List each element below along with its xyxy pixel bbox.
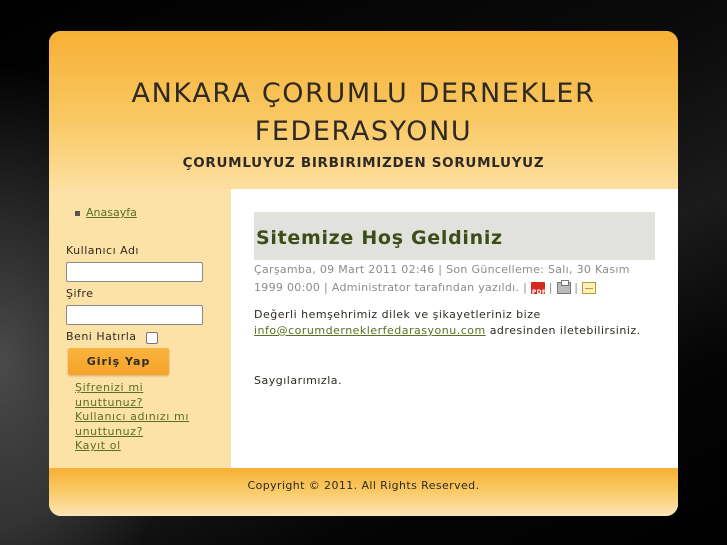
article-created-date: Çarşamba, 09 Mart 2011 02:46 — [254, 263, 435, 276]
email-link[interactable]: info@corumderneklerfedarasyonu.com — [254, 324, 486, 337]
sidebar: Anasayfa Kullanıcı Adı Şifre Beni Hatırl… — [49, 189, 231, 468]
username-label: Kullanıcı Adı — [66, 244, 139, 257]
menu-link-anasayfa[interactable]: Anasayfa — [86, 206, 137, 219]
register-link-wrap: Kayıt ol — [75, 439, 121, 454]
site-slogan: ÇORUMLUYUZ BIRBIRIMIZDEN SORUMLUYUZ — [182, 155, 545, 171]
forgot-password-line2: unuttunuz? — [75, 395, 144, 409]
pdf-icon-text: PDF — [531, 289, 547, 296]
password-input[interactable] — [66, 305, 203, 325]
article-body: Değerli hemşehrimiz dilek ve şikayetleri… — [254, 307, 669, 339]
site-title: ANKARA ÇORUMLU DERNEKLER FEDERASYONU — [79, 75, 648, 151]
site-title-line2: FEDERASYONU — [254, 116, 473, 147]
copyright-text: Copyright © 2011. All Rights Reserved. — [247, 479, 480, 492]
article-author: Administrator tarafından yazıldı. — [331, 281, 520, 294]
register-link[interactable]: Kayıt ol — [75, 439, 121, 452]
article-title: Sitemize Hoş Geldiniz — [256, 227, 503, 249]
meta-separator: | — [523, 281, 528, 294]
article-closing: Saygılarımızla. — [254, 374, 342, 387]
forgot-password-link[interactable]: Şifrenizi mi unuttunuz? — [75, 381, 143, 409]
forgot-password-line1: Şifrenizi mi — [75, 381, 144, 394]
remember-label: Beni Hatırla — [66, 330, 137, 343]
meta-separator: | — [548, 281, 553, 294]
forgot-username-line2: unuttunuz? — [75, 424, 144, 438]
page-container: ANKARA ÇORUMLU DERNEKLER FEDERASYONU ÇOR… — [49, 31, 678, 516]
article-body-text-after: adresinden iletebilirsiniz. — [489, 324, 641, 337]
meta-separator: | — [438, 263, 443, 276]
bullet-icon — [75, 210, 80, 216]
article-body-text: Değerli hemşehrimiz dilek ve şikayetleri… — [254, 308, 541, 321]
forgot-username-line1: Kullanıcı adınızı mı — [75, 410, 190, 423]
site-header: ANKARA ÇORUMLU DERNEKLER FEDERASYONU ÇOR… — [49, 31, 678, 189]
pdf-icon[interactable]: PDF — [530, 282, 546, 296]
forgot-username-link-wrap: Kullanıcı adınızı mı unuttunuz? — [75, 410, 189, 439]
article-meta: Çarşamba, 09 Mart 2011 02:46 | Son Günce… — [254, 261, 659, 297]
site-title-line1: ANKARA ÇORUMLU DERNEKLER — [131, 78, 596, 109]
article-header: Sitemize Hoş Geldiniz — [254, 212, 655, 260]
print-icon[interactable] — [556, 280, 571, 294]
login-button[interactable]: Giriş Yap — [68, 348, 169, 375]
site-footer: Copyright © 2011. All Rights Reserved. — [49, 468, 678, 516]
password-label: Şifre — [66, 287, 94, 300]
username-input[interactable] — [66, 262, 203, 282]
remember-checkbox[interactable] — [146, 332, 158, 344]
meta-separator: | — [574, 281, 579, 294]
meta-separator: | — [324, 281, 329, 294]
main-content: Sitemize Hoş Geldiniz Çarşamba, 09 Mart … — [231, 189, 678, 468]
menu-item-anasayfa: Anasayfa — [75, 206, 137, 219]
forgot-password-link-wrap: Şifrenizi mi unuttunuz? — [75, 381, 143, 410]
email-icon[interactable] — [582, 282, 597, 294]
forgot-username-link[interactable]: Kullanıcı adınızı mı unuttunuz? — [75, 410, 189, 438]
